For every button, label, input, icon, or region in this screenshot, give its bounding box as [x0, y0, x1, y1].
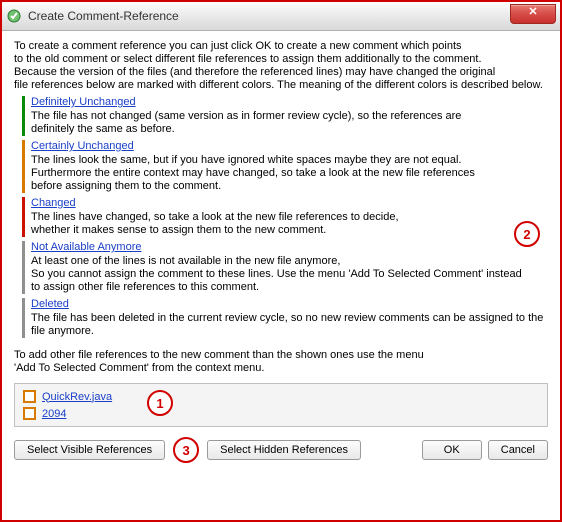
title-bar: Create Comment-Reference ✕: [2, 2, 560, 31]
select-visible-references-button[interactable]: Select Visible References: [14, 440, 165, 460]
menu-hint-line: To add other file references to the new …: [14, 349, 548, 361]
category-desc: So you cannot assign the comment to thes…: [31, 268, 548, 280]
category-deleted: Deleted The file has been deleted in the…: [22, 298, 548, 338]
category-desc: Furthermore the entire context may have …: [31, 167, 548, 179]
category-desc: definitely the same as before.: [31, 123, 548, 135]
intro-line: file references below are marked with di…: [14, 79, 548, 91]
intro-line: To create a comment reference you can ju…: [14, 40, 548, 52]
category-certainly-unchanged: Certainly Unchanged The lines look the s…: [22, 140, 548, 193]
cancel-button[interactable]: Cancel: [488, 440, 548, 460]
intro-line: to the old comment or select different f…: [14, 53, 548, 65]
category-changed: Changed The lines have changed, so take …: [22, 197, 548, 237]
category-link-changed[interactable]: Changed: [31, 197, 76, 209]
menu-hint-line: 'Add To Selected Comment' from the conte…: [14, 362, 548, 374]
file-references-panel: 1 QuickRev.java 2094: [14, 383, 548, 427]
intro-line: Because the version of the files (and th…: [14, 66, 548, 78]
app-icon: [6, 8, 22, 24]
category-link-not-available[interactable]: Not Available Anymore: [31, 241, 141, 253]
file-reference-row: 2094: [23, 405, 539, 422]
category-desc: The lines have changed, so take a look a…: [31, 211, 548, 223]
category-definitely-unchanged: Definitely Unchanged The file has not ch…: [22, 96, 548, 136]
window-title: Create Comment-Reference: [28, 9, 179, 23]
category-desc: whether it makes sense to assign them to…: [31, 224, 548, 236]
category-link-certainly-unchanged[interactable]: Certainly Unchanged: [31, 140, 134, 152]
close-icon: ✕: [528, 6, 537, 18]
ok-button[interactable]: OK: [422, 440, 482, 460]
file-reference-checkbox[interactable]: [23, 390, 36, 403]
button-bar: Select Visible References 3 Select Hidde…: [14, 437, 548, 463]
select-hidden-references-button[interactable]: Select Hidden References: [207, 440, 361, 460]
category-desc: before assigning them to the comment.: [31, 180, 548, 192]
close-button[interactable]: ✕: [510, 4, 556, 24]
category-desc: The file has not changed (same version a…: [31, 110, 548, 122]
file-reference-link[interactable]: 2094: [42, 408, 66, 420]
dialog-content: To create a comment reference you can ju…: [2, 31, 560, 521]
menu-hint: To add other file references to the new …: [14, 348, 548, 375]
category-desc: The lines look the same, but if you have…: [31, 154, 548, 166]
file-reference-checkbox[interactable]: [23, 407, 36, 420]
file-reference-link[interactable]: QuickRev.java: [42, 391, 112, 403]
intro-text: To create a comment reference you can ju…: [14, 39, 548, 92]
callout-2: 2: [514, 221, 540, 247]
category-desc: The file has been deleted in the current…: [31, 312, 548, 324]
callout-3: 3: [173, 437, 199, 463]
file-reference-row: QuickRev.java: [23, 388, 539, 405]
category-link-definitely-unchanged[interactable]: Definitely Unchanged: [31, 96, 136, 108]
category-desc: At least one of the lines is not availab…: [31, 255, 548, 267]
category-link-deleted[interactable]: Deleted: [31, 298, 69, 310]
callout-1: 1: [147, 390, 173, 416]
category-not-available: Not Available Anymore At least one of th…: [22, 241, 548, 294]
category-desc: file anymore.: [31, 325, 548, 337]
category-desc: to assign other file references to this …: [31, 281, 548, 293]
